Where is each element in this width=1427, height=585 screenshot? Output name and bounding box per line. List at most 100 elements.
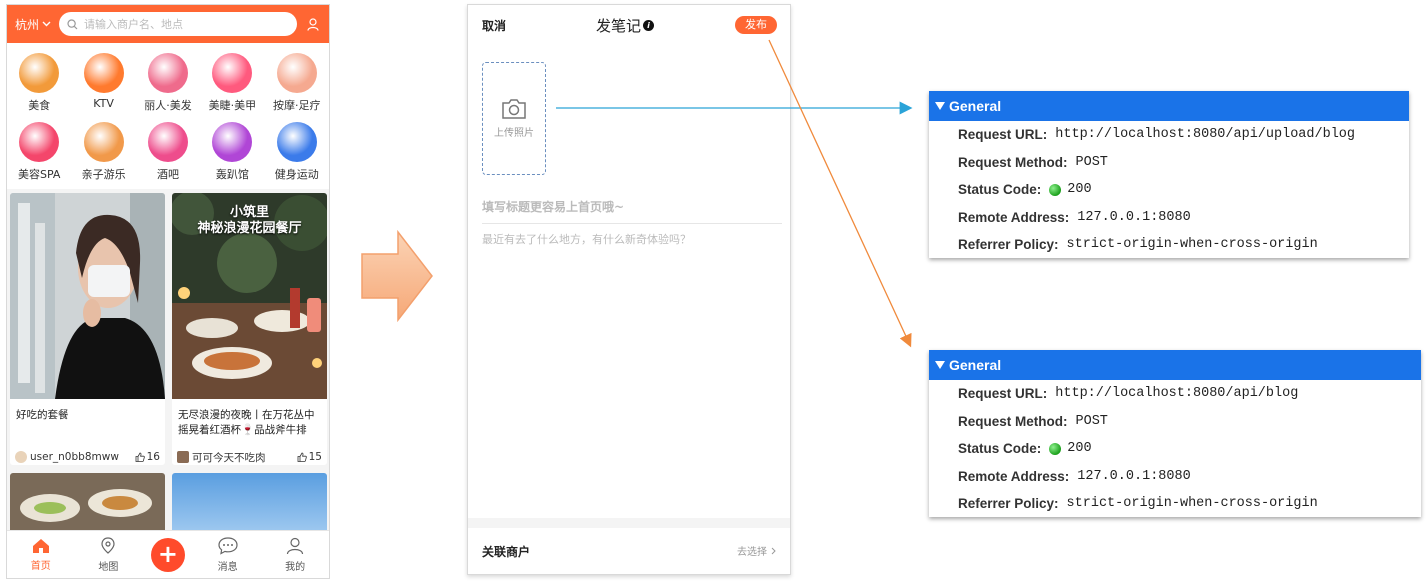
choose-shop-button[interactable]: 去选择: [737, 543, 776, 558]
tab-label: 地图: [98, 561, 119, 573]
panel-value: http://localhost:8080/api/upload/blog: [1055, 127, 1356, 143]
panel-header[interactable]: General: [929, 91, 1409, 121]
post-footer: 可可今天不吃肉 15: [172, 447, 327, 465]
triangle-down-icon: [935, 361, 945, 369]
post-overlay-title: 小筑里 神秘浪漫花园餐厅: [197, 205, 302, 236]
category-grid: 美食 KTV 丽人·美发 美睫·美甲 按摩·足疗美容SPA 亲子游乐 酒吧 轰趴馆 健身运动: [7, 43, 329, 189]
chevron-down-icon: [42, 21, 51, 27]
post-author: user_n0bb8mww: [30, 451, 119, 463]
category-item[interactable]: 美容SPA: [7, 118, 71, 187]
category-label: 丽人·美发: [144, 99, 192, 112]
like-count[interactable]: 16: [135, 451, 160, 463]
panel-row: Status Code: 200: [929, 176, 1409, 204]
city-selector[interactable]: 杭州: [15, 16, 51, 33]
panel-key: Request URL:: [958, 386, 1048, 402]
message-icon: [217, 536, 238, 558]
panel-key: Referrer Policy:: [958, 237, 1059, 253]
panel-value: http://localhost:8080/api/blog: [1055, 386, 1299, 402]
search-placeholder: 请输入商户名、地点: [84, 18, 184, 31]
map-pin-icon: [99, 536, 117, 558]
category-item[interactable]: 美食: [7, 49, 71, 118]
party-mask-icon: [212, 122, 253, 162]
category-label: 美睫·美甲: [208, 99, 257, 112]
post-photo: [172, 473, 327, 533]
flow-arrow-icon: [361, 230, 433, 322]
home-icon: [32, 538, 50, 557]
category-item[interactable]: 丽人·美发: [136, 49, 200, 118]
page-title: 发笔记 i: [596, 15, 655, 36]
face-mask-icon: [19, 122, 60, 162]
category-label: 轰趴馆: [215, 168, 249, 181]
city-label: 杭州: [15, 17, 40, 32]
choose-shop-label: 去选择: [737, 547, 767, 558]
panel-key: Referrer Policy:: [958, 496, 1059, 512]
panel-header[interactable]: General: [929, 350, 1421, 380]
add-icon[interactable]: +: [150, 537, 185, 572]
category-item[interactable]: 按摩·足疗: [265, 49, 329, 118]
panel-row: Status Code: 200: [929, 435, 1421, 463]
category-item[interactable]: 酒吧: [136, 118, 200, 187]
publish-button[interactable]: 发布: [735, 16, 777, 34]
post-photo: [10, 193, 165, 399]
home-screen: 杭州 请输入商户名、地点 美食 KTV 丽人·美发 美睫·美甲 按摩·足疗美容SPA 亲子…: [6, 4, 330, 579]
microphone-icon: [83, 53, 124, 93]
tab-message[interactable]: 消息: [203, 536, 253, 573]
category-item[interactable]: KTV: [71, 49, 135, 118]
cancel-button[interactable]: 取消: [482, 17, 506, 34]
like-count-value: 16: [146, 451, 160, 463]
chevron-right-icon: [771, 547, 776, 554]
related-shop-label: 关联商户: [482, 545, 531, 559]
body-textarea[interactable]: 最近有去了什么地方，有什么新奇体验吗？: [482, 231, 691, 247]
editor-header: 取消 发笔记 i 发布: [468, 5, 790, 45]
roast-chicken-icon: [19, 53, 60, 93]
like-count[interactable]: 15: [297, 451, 322, 463]
post-card[interactable]: 好吃的套餐 user_n0bb8mww 16: [10, 193, 165, 465]
cocktail-icon: [147, 122, 188, 162]
upload-label: 上传照片: [494, 128, 534, 139]
tab-label: 我的: [285, 561, 306, 573]
search-input[interactable]: 请输入商户名、地点: [59, 12, 297, 36]
user-icon[interactable]: [305, 16, 321, 32]
category-label: 美容SPA: [17, 168, 61, 181]
panel-key: Status Code:: [958, 441, 1042, 457]
post-footer: user_n0bb8mww 16: [10, 447, 165, 465]
panel-row: Referrer Policy: strict-origin-when-cross…: [929, 231, 1409, 259]
panel-key: Request URL:: [958, 127, 1048, 143]
section-divider: [468, 518, 790, 528]
panel-value: POST: [1075, 413, 1108, 429]
post-card[interactable]: [172, 473, 327, 533]
network-general-panel: General Request URL: http://localhost:8080…: [929, 350, 1421, 517]
tab-map-pin[interactable]: 地图: [83, 536, 133, 573]
panel-row: Remote Address: 127.0.0.1:8080: [929, 204, 1409, 232]
camera-icon: [502, 99, 526, 119]
panel-key: Remote Address:: [958, 468, 1070, 484]
category-item[interactable]: 轰趴馆: [200, 118, 264, 187]
post-photo: [10, 473, 165, 533]
panel-row: Request URL: http://localhost:8080/api/up…: [929, 121, 1409, 149]
tab-label: 首页: [30, 560, 51, 572]
category-label: 亲子游乐: [81, 168, 126, 181]
category-item[interactable]: 美睫·美甲: [200, 49, 264, 118]
page-title-text: 发笔记: [596, 17, 642, 35]
nail-icon: [212, 53, 253, 93]
post-title: 无尽浪漫的夜晚丨在万花丛中摇晃着红酒杯🍷品战斧牛排: [178, 409, 315, 436]
tab-home[interactable]: 首页: [16, 538, 66, 572]
panel-row: Remote Address: 127.0.0.1:8080: [929, 463, 1421, 491]
publish-screen: 取消 发笔记 i 发布 上传照片 填写标题更容易上首页哦~ 最近有去了什么地方，…: [467, 4, 791, 575]
title-input[interactable]: 填写标题更容易上首页哦~: [482, 198, 782, 224]
info-icon[interactable]: i: [643, 20, 655, 31]
category-label: 按摩·足疗: [273, 99, 321, 112]
category-item[interactable]: 健身运动: [265, 118, 329, 187]
post-card[interactable]: 小筑里 神秘浪漫花园餐厅 无尽浪漫的夜晚丨在万花丛中摇晃着红酒杯🍷品战斧牛排 可…: [172, 193, 327, 465]
diagram-canvas: 杭州 请输入商户名、地点 美食 KTV 丽人·美发 美睫·美甲 按摩·足疗美容SPA 亲子…: [0, 0, 1427, 585]
panel-row: Request URL: http://localhost:8080/api/bl…: [929, 380, 1421, 408]
panel-key: Remote Address:: [958, 209, 1070, 225]
panel-key: Request Method:: [958, 413, 1068, 429]
upload-photo-button[interactable]: 上传照片: [482, 62, 546, 175]
thumbs-up-icon: [135, 452, 145, 462]
post-card[interactable]: [10, 473, 165, 533]
dumbbell-icon: [276, 122, 317, 162]
tab-profile[interactable]: 我的: [270, 537, 320, 573]
category-item[interactable]: 亲子游乐: [71, 118, 135, 187]
top-bar: 杭州 请输入商户名、地点: [7, 5, 329, 43]
